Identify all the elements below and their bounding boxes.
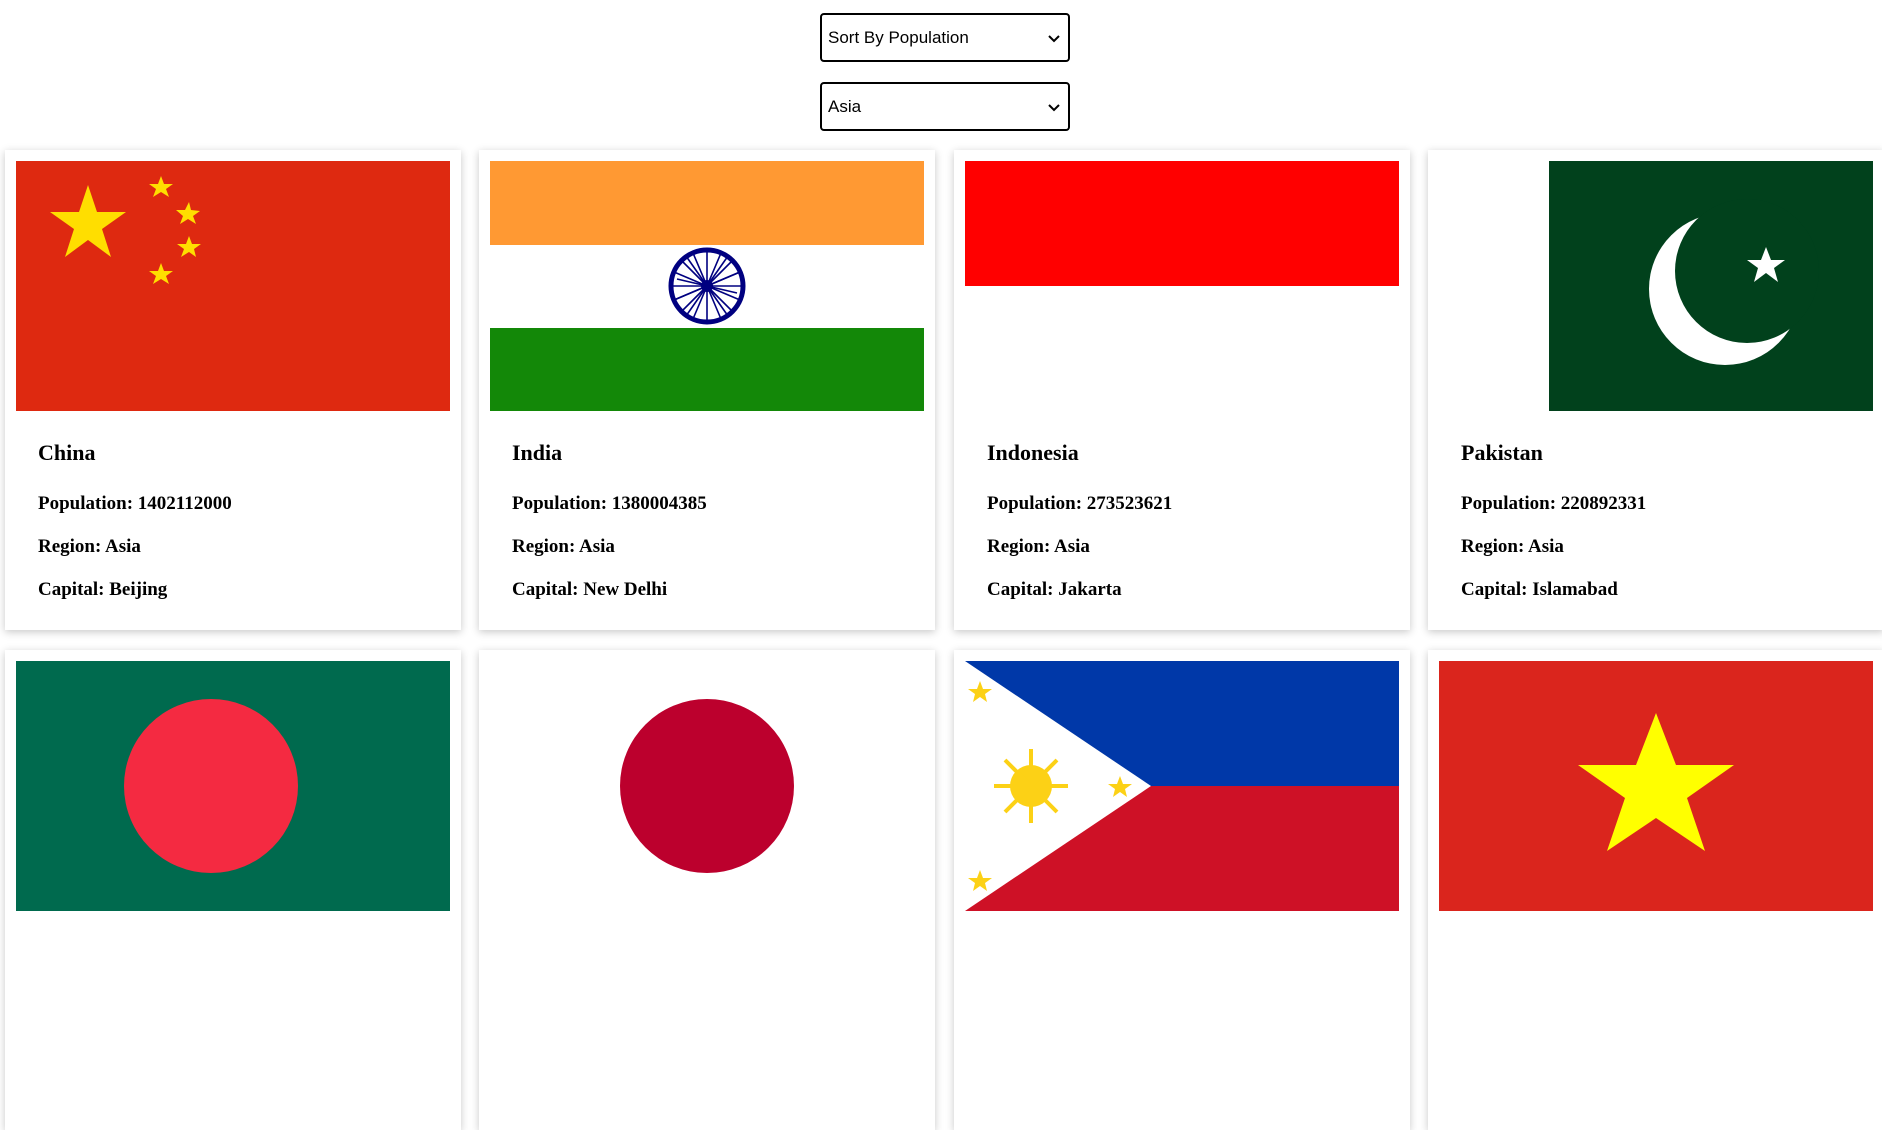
population-line: Population: 1380004385 [512,493,707,514]
chevron-down-icon [1048,103,1060,111]
capital-line: Capital: Islamabad [1461,579,1618,600]
country-name: India [512,440,563,465]
country-card[interactable] [954,650,1410,1130]
population-line: Population: 1402112000 [38,493,232,514]
country-card[interactable] [479,650,935,1130]
india-flag [490,161,924,411]
philippines-flag [965,661,1399,911]
country-name: China [38,440,96,465]
capital-line: Capital: Beijing [38,579,168,600]
sort-select[interactable]: Sort By Population [820,13,1070,62]
japan-flag [490,661,924,911]
country-card[interactable]: Pakistan Population: 220892331 Region: A… [1428,150,1882,630]
pakistan-flag [1439,161,1873,411]
population-line: Population: 273523621 [987,493,1173,514]
country-card[interactable]: Indonesia Population: 273523621 Region: … [954,150,1410,630]
region-line: Region: Asia [987,536,1090,557]
population-line: Population: 220892331 [1461,493,1647,514]
indonesia-flag [965,161,1399,411]
vietnam-flag [1439,661,1873,911]
region-select[interactable]: Asia [820,82,1070,131]
region-line: Region: Asia [512,536,615,557]
country-name: Indonesia [987,440,1079,465]
region-line: Region: Asia [1461,536,1564,557]
sort-select-value: Sort By Population [828,27,969,47]
capital-line: Capital: New Delhi [512,579,668,600]
country-name: Pakistan [1461,440,1543,465]
chevron-down-icon [1048,34,1060,42]
bangladesh-flag [16,661,450,911]
capital-line: Capital: Jakarta [987,579,1122,600]
country-card[interactable] [5,650,461,1130]
region-line: Region: Asia [38,536,141,557]
country-card[interactable]: India Population: 1380004385 Region: Asi… [479,150,935,630]
country-card[interactable]: China Population: 1402112000 Region: Asi… [5,150,461,630]
country-card[interactable] [1428,650,1882,1130]
china-flag [16,161,450,411]
region-select-value: Asia [828,96,862,116]
